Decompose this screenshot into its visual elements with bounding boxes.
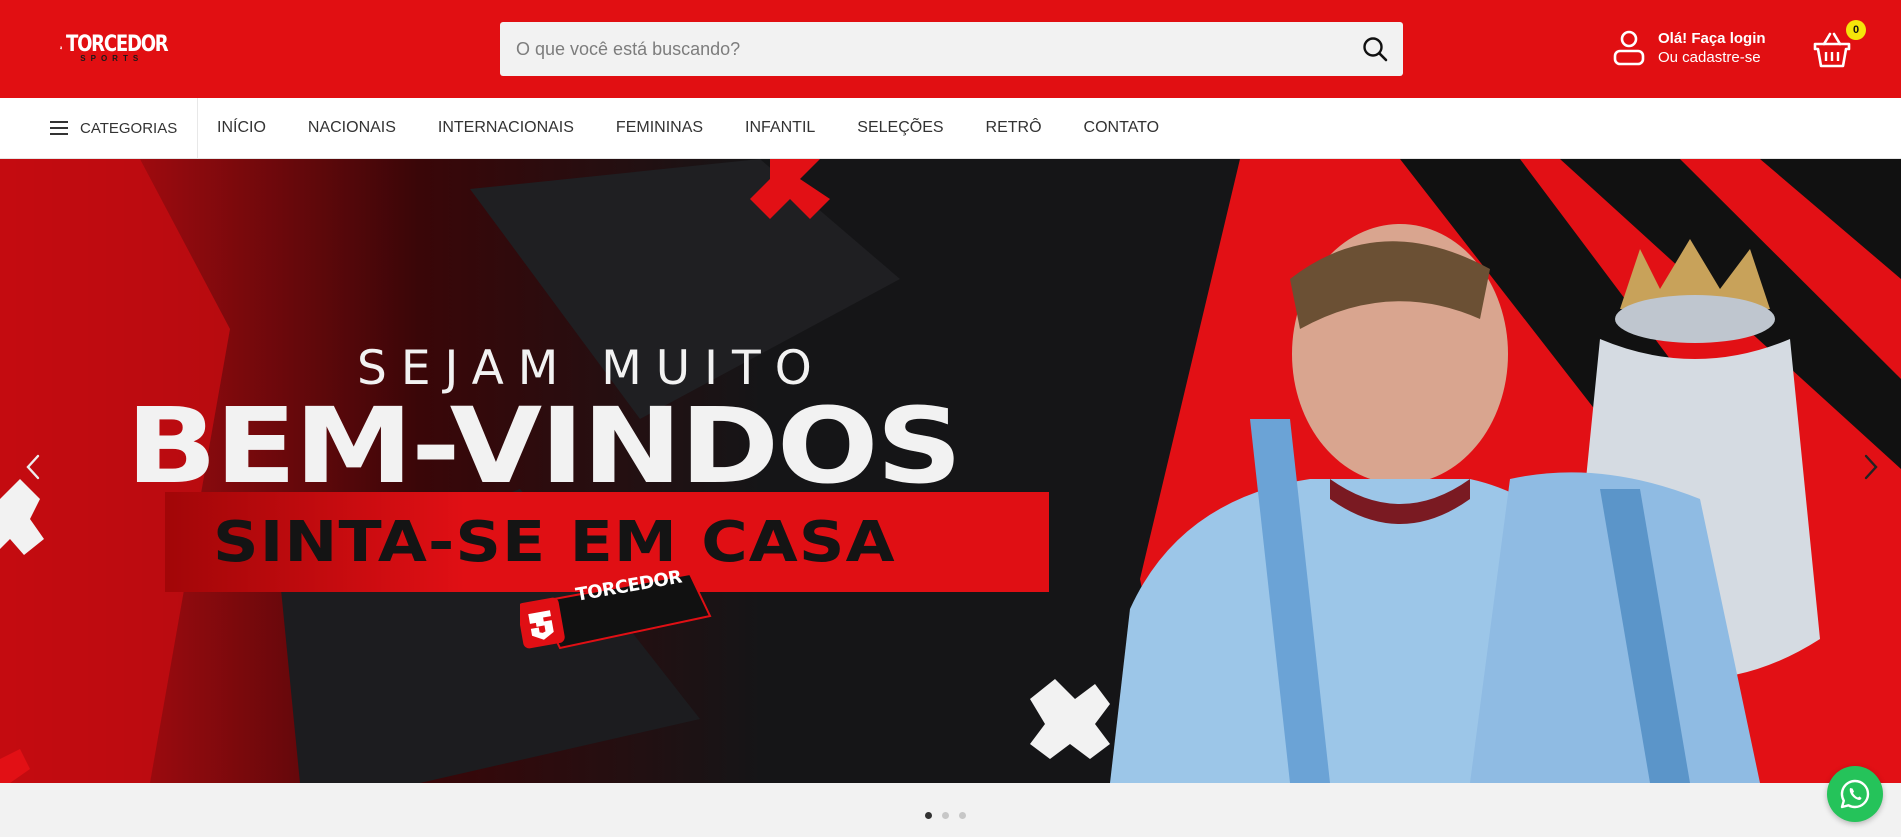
chevron-left-icon bbox=[26, 454, 40, 480]
basket-icon bbox=[1813, 32, 1851, 68]
main-nav: CATEGORIAS INÍCIO NACIONAIS INTERNACIONA… bbox=[0, 98, 1901, 159]
nav-link-femininas[interactable]: FEMININAS bbox=[616, 119, 703, 137]
carousel-prev-button[interactable] bbox=[18, 452, 48, 482]
hamburger-icon bbox=[50, 121, 68, 135]
hero-banner[interactable]: SEJAM MUITO BEM-VINDOS SINTA-SE EM CASA … bbox=[0, 159, 1901, 783]
brand-logo[interactable]: TORCEDOR SPORTS bbox=[60, 26, 190, 70]
nav-link-inicio[interactable]: INÍCIO bbox=[217, 119, 266, 137]
search-button[interactable] bbox=[1347, 22, 1403, 76]
cart-button[interactable]: 0 bbox=[1812, 20, 1866, 72]
whatsapp-button[interactable] bbox=[1827, 766, 1883, 822]
nav-link-retro[interactable]: RETRÔ bbox=[986, 119, 1042, 137]
carousel-next-button[interactable] bbox=[1856, 452, 1886, 482]
whatsapp-icon bbox=[1840, 779, 1870, 809]
banner-subheadline: SINTA-SE EM CASA bbox=[213, 510, 896, 575]
user-icon bbox=[1613, 30, 1645, 66]
nav-link-internacionais[interactable]: INTERNACIONAIS bbox=[438, 119, 574, 137]
site-header: TORCEDOR SPORTS Olá! Faça login Ou cadas… bbox=[0, 0, 1901, 98]
search-icon bbox=[1363, 37, 1388, 62]
carousel-dot-3[interactable] bbox=[959, 812, 966, 819]
brand-name: TORCEDOR bbox=[66, 31, 169, 57]
nav-link-contato[interactable]: CONTATO bbox=[1084, 119, 1160, 137]
nav-link-infantil[interactable]: INFANTIL bbox=[745, 119, 815, 137]
carousel-dot-2[interactable] bbox=[942, 812, 949, 819]
nav-link-nacionais[interactable]: NACIONAIS bbox=[308, 119, 396, 137]
carousel-dot-1[interactable] bbox=[925, 812, 932, 819]
search-bar bbox=[500, 22, 1403, 76]
categories-menu-button[interactable]: CATEGORIAS bbox=[0, 98, 198, 158]
register-prompt: Ou cadastre-se bbox=[1658, 49, 1761, 66]
carousel-dots bbox=[925, 812, 966, 819]
ts-monogram-icon bbox=[60, 46, 63, 50]
login-prompt: Olá! Faça login bbox=[1658, 30, 1766, 47]
search-input[interactable] bbox=[500, 22, 1347, 76]
categories-label: CATEGORIAS bbox=[80, 119, 178, 137]
nav-link-selecoes[interactable]: SELEÇÕES bbox=[857, 119, 943, 137]
cart-count-badge: 0 bbox=[1846, 20, 1866, 40]
account-login[interactable]: Olá! Faça login Ou cadastre-se bbox=[1612, 29, 1766, 67]
nav-links: INÍCIO NACIONAIS INTERNACIONAIS FEMININA… bbox=[198, 98, 1182, 158]
chevron-right-icon bbox=[1864, 454, 1878, 480]
